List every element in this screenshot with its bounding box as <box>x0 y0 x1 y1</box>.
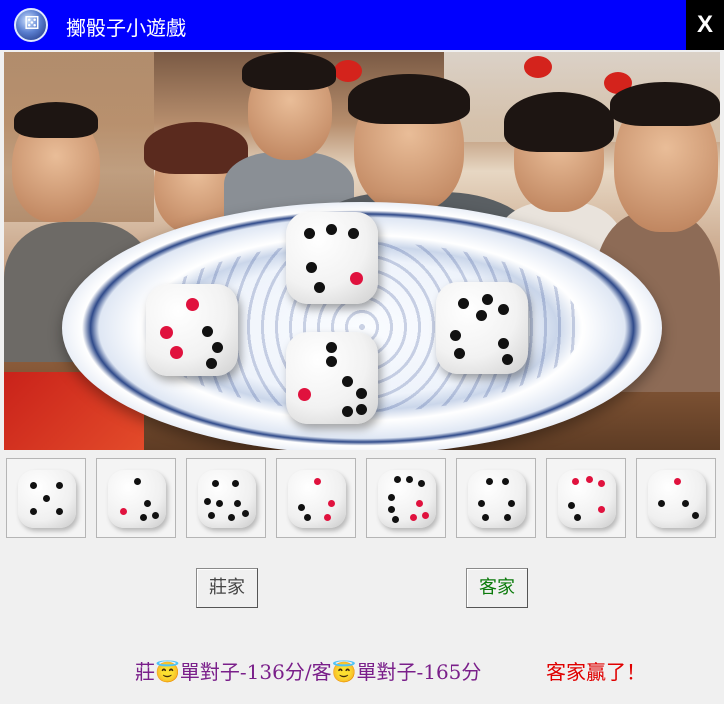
die-face-6 <box>198 470 256 528</box>
tray-die-slot[interactable] <box>636 458 716 538</box>
close-button[interactable]: X <box>686 0 724 50</box>
die-face-5 <box>558 470 616 528</box>
die-face-2 <box>648 470 706 528</box>
tray-die-slot[interactable] <box>276 458 356 538</box>
person-hair <box>610 82 720 126</box>
tray-die-slot[interactable] <box>366 458 446 538</box>
lantern-decoration <box>334 60 362 82</box>
tray-die-slot[interactable] <box>546 458 626 538</box>
plate-die <box>146 284 238 376</box>
die-face-3 <box>108 470 166 528</box>
die-face-5 <box>468 470 526 528</box>
person-hair <box>242 52 336 90</box>
dice-globe-icon <box>14 8 48 42</box>
plate-die <box>436 282 528 374</box>
tray-die-slot[interactable] <box>96 458 176 538</box>
tray-die-slot[interactable] <box>456 458 536 538</box>
title-bar: 擲骰子小遊戲 X <box>0 0 724 50</box>
player-roll-button[interactable]: 客家 <box>466 568 528 608</box>
plate-die <box>286 212 378 304</box>
die-face-3 <box>288 470 346 528</box>
result-text: 客家贏了！ <box>546 660 646 684</box>
dealer-roll-button[interactable]: 莊家 <box>196 568 258 608</box>
game-scene-image <box>4 52 720 450</box>
die-face-5 <box>18 470 76 528</box>
person-hair <box>14 102 98 138</box>
die-face-6 <box>378 470 436 528</box>
plate-die <box>286 332 378 424</box>
tray-die-slot[interactable] <box>6 458 86 538</box>
window-title: 擲骰子小遊戲 <box>66 16 186 40</box>
tray-die-slot[interactable] <box>186 458 266 538</box>
person-hair <box>504 92 614 152</box>
score-status-text: 莊😇單對子-136分/客😇單對子-165分 <box>135 660 482 684</box>
person-hair <box>348 74 470 124</box>
lantern-decoration <box>524 56 552 78</box>
